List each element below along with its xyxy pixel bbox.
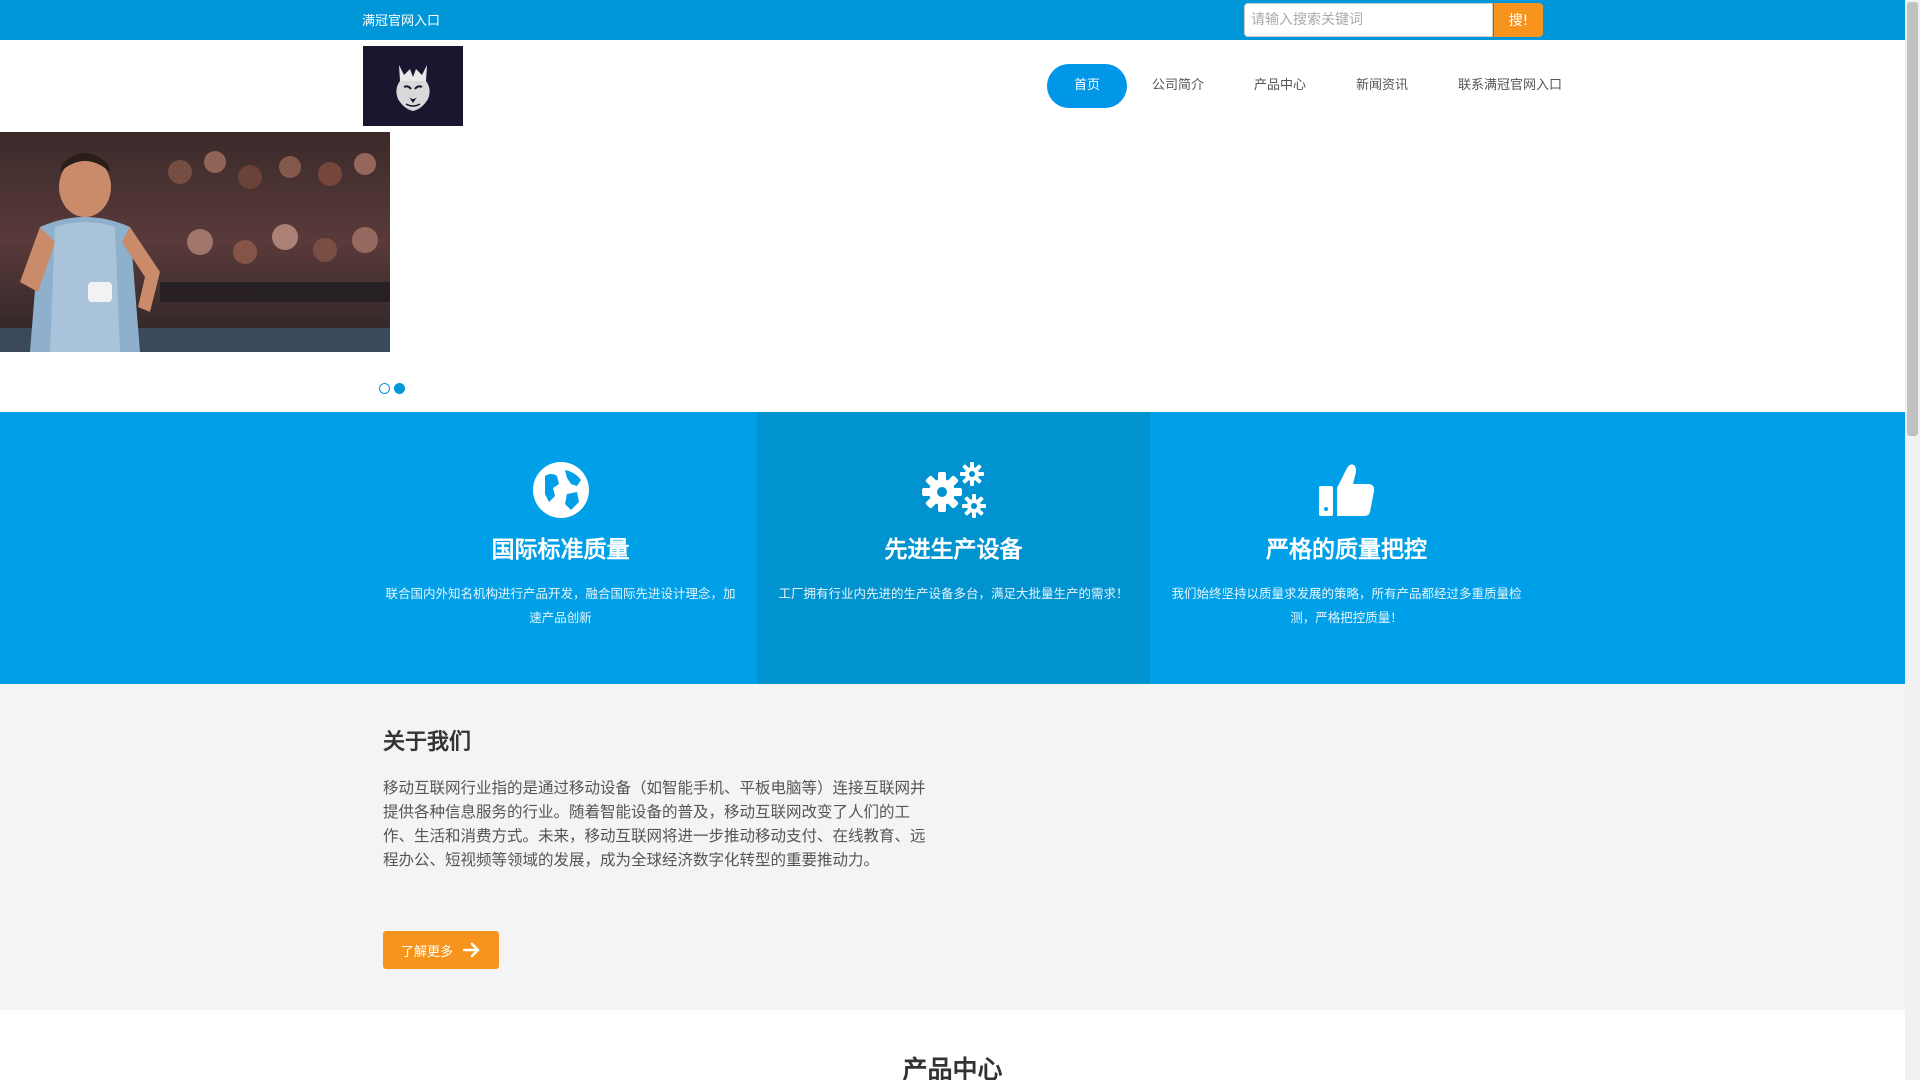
main-nav: 首页 公司简介 产品中心 新闻资讯 联系满冠官网入口	[1047, 64, 1587, 108]
scrollbar-thumb[interactable]	[1907, 2, 1918, 436]
thumbs-up-icon	[1318, 464, 1374, 516]
vertical-scrollbar[interactable]	[1905, 0, 1920, 1080]
features-section: 国际标准质量 联合国内外知名机构进行产品开发，融合国际先进设计理念，加速产品创新	[0, 412, 1905, 684]
carousel-dots	[379, 383, 405, 394]
page: 满冠官网入口 搜! 首页 公司简介 产品中心 新闻资讯 联系满冠官网入口	[0, 0, 1905, 1080]
header: 首页 公司简介 产品中心 新闻资讯 联系满冠官网入口	[0, 40, 1905, 132]
logo[interactable]	[363, 46, 463, 126]
about-title: 关于我们	[383, 730, 472, 755]
top-bar: 满冠官网入口 搜!	[0, 0, 1905, 40]
feature-card-equipment: 先进生产设备 工厂拥有行业内先进的生产设备多台，满足大批量生产的需求！	[757, 412, 1150, 684]
site-entry-link[interactable]: 满冠官网入口	[362, 10, 440, 29]
learn-more-button[interactable]: 了解更多	[383, 931, 499, 969]
about-section: 关于我们 移动互联网行业指的是通过移动设备（如智能手机、平板电脑等）连接互联网并…	[0, 684, 1905, 1010]
feature-card-control: 严格的质量把控 我们始终坚持以质量求发展的策略，所有产品都经过多重质量检测，严格…	[1150, 412, 1543, 684]
feature-title: 国际标准质量	[491, 537, 630, 563]
feature-desc: 联合国内外知名机构进行产品开发，融合国际先进设计理念，加速产品创新	[385, 586, 736, 625]
nav-item-about[interactable]: 公司简介	[1127, 64, 1229, 108]
arrow-right-icon	[463, 942, 480, 958]
banner-carousel	[0, 132, 1905, 412]
search-button[interactable]: 搜!	[1494, 3, 1543, 37]
carousel-dot-2[interactable]	[394, 383, 405, 394]
products-title: 产品中心	[902, 1055, 1003, 1080]
banner-photo[interactable]	[0, 132, 390, 352]
about-text: 移动互联网行业指的是通过移动设备（如智能手机、平板电脑等）连接互联网并提供各种信…	[383, 779, 926, 869]
nav-item-contact[interactable]: 联系满冠官网入口	[1433, 64, 1587, 108]
products-section: 产品中心	[0, 1010, 1905, 1080]
nav-item-home[interactable]: 首页	[1047, 64, 1127, 108]
feature-title: 严格的质量把控	[1266, 537, 1427, 563]
gears-icon	[921, 462, 986, 518]
globe-icon	[532, 462, 589, 518]
carousel-dot-1[interactable]	[379, 383, 390, 394]
learn-more-label: 了解更多	[400, 944, 453, 960]
feature-title: 先进生产设备	[884, 537, 1023, 563]
tennis-player-image	[0, 132, 390, 352]
nav-item-news[interactable]: 新闻资讯	[1331, 64, 1433, 108]
feature-desc: 我们始终坚持以质量求发展的策略，所有产品都经过多重质量检测，严格把控质量！	[1171, 586, 1522, 625]
feature-desc: 工厂拥有行业内先进的生产设备多台，满足大批量生产的需求！	[778, 586, 1129, 601]
nav-item-products[interactable]: 产品中心	[1229, 64, 1331, 108]
lion-crest-icon	[396, 65, 430, 111]
search-input[interactable]	[1244, 3, 1493, 37]
feature-card-quality: 国际标准质量 联合国内外知名机构进行产品开发，融合国际先进设计理念，加速产品创新	[364, 412, 757, 684]
